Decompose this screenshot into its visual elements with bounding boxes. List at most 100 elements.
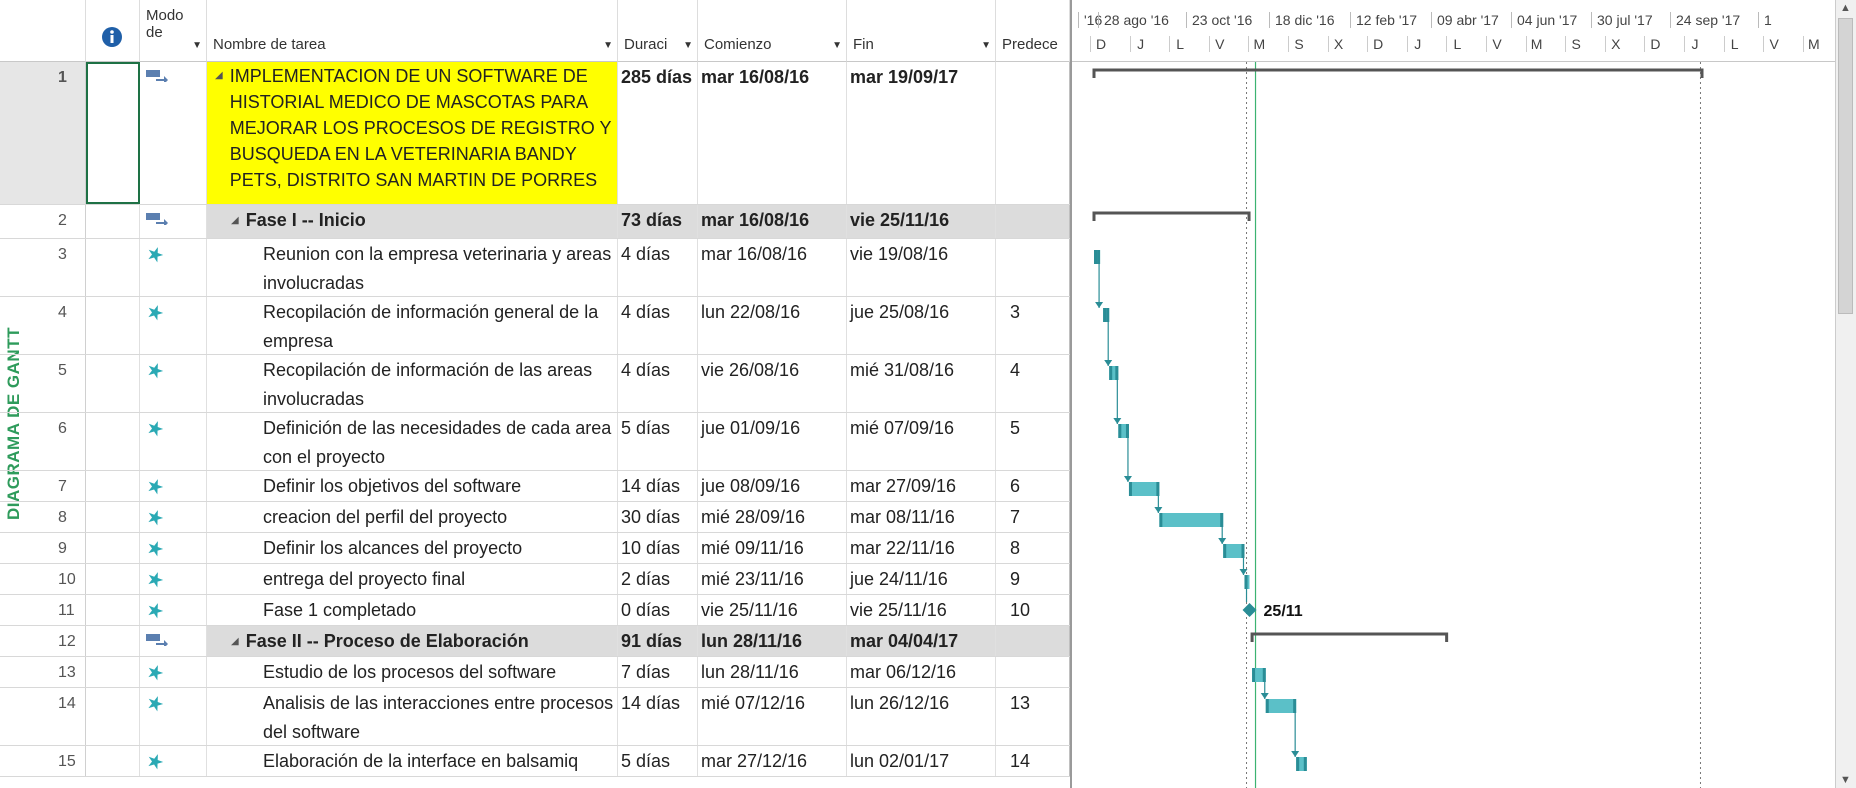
duration-cell[interactable]: 7 días: [618, 657, 698, 687]
predecessors-cell[interactable]: [996, 62, 1070, 204]
task-mode-cell[interactable]: [140, 626, 207, 656]
table-row[interactable]: 2 ◢ Fase I -- Inicio 73 días mar 16/08/16 vie…: [0, 205, 1070, 239]
indicator-cell[interactable]: [86, 413, 140, 470]
start-date-cell[interactable]: mié 28/09/16: [698, 502, 847, 532]
predecessors-cell[interactable]: 7: [996, 502, 1070, 532]
task-name-cell[interactable]: Reunion con la empresa veterinaria y are…: [207, 239, 618, 296]
task-name-cell[interactable]: Recopilación de información de las areas…: [207, 355, 618, 412]
table-row[interactable]: 4 ★ Recopilación de información general de…: [0, 297, 1070, 355]
collapse-icon[interactable]: ◢: [215, 63, 223, 193]
task-mode-cell[interactable]: ★: [140, 533, 207, 563]
row-number[interactable]: 10: [0, 564, 86, 594]
summary-bar[interactable]: [1250, 632, 1449, 642]
task-mode-cell[interactable]: ★: [140, 413, 207, 470]
table-row[interactable]: 14 ★ Analisis de las interacciones entre p…: [0, 688, 1070, 746]
task-bar-start[interactable]: [1159, 513, 1163, 527]
indicator-cell[interactable]: [86, 595, 140, 625]
table-row[interactable]: 13 ★ Estudio de los procesos del software 7…: [0, 657, 1070, 688]
task-mode-cell[interactable]: ★: [140, 502, 207, 532]
table-row[interactable]: 3 ★ Reunion con la empresa veterinaria y a…: [0, 239, 1070, 297]
task-bar-start[interactable]: [1128, 482, 1132, 496]
task-bar-end[interactable]: [1293, 699, 1297, 713]
duration-cell[interactable]: 14 días: [618, 688, 698, 745]
table-row[interactable]: 12 ◢ Fase II -- Proceso de Elaboración 91 d…: [0, 626, 1070, 657]
duration-cell[interactable]: 73 días: [618, 205, 698, 238]
task-mode-cell[interactable]: [140, 205, 207, 238]
duration-cell[interactable]: 5 días: [618, 413, 698, 470]
task-bar-end[interactable]: [1244, 575, 1248, 589]
summary-bar[interactable]: [1092, 211, 1251, 221]
row-number[interactable]: 9: [0, 533, 86, 563]
header-indicators[interactable]: [86, 0, 140, 62]
row-number[interactable]: 6: [0, 413, 86, 470]
row-number[interactable]: 11: [0, 595, 86, 625]
end-date-cell[interactable]: lun 02/01/17: [847, 746, 996, 776]
vertical-scrollbar[interactable]: ▲ ▼: [1835, 0, 1856, 788]
end-date-cell[interactable]: lun 26/12/16: [847, 688, 996, 745]
header-predecessors[interactable]: Predece: [996, 0, 1070, 62]
end-date-cell[interactable]: mar 08/11/16: [847, 502, 996, 532]
indicator-cell[interactable]: [86, 564, 140, 594]
start-date-cell[interactable]: lun 28/11/16: [698, 657, 847, 687]
start-date-cell[interactable]: mié 23/11/16: [698, 564, 847, 594]
task-name-cell[interactable]: Definición de las necesidades de cada ar…: [207, 413, 618, 470]
task-name-cell[interactable]: Definir los alcances del proyecto: [207, 533, 618, 563]
row-number[interactable]: 5: [0, 355, 86, 412]
table-row[interactable]: 5 ★ Recopilación de información de las are…: [0, 355, 1070, 413]
task-bar-end[interactable]: [1220, 513, 1224, 527]
end-date-cell[interactable]: mar 06/12/16: [847, 657, 996, 687]
indicator-cell[interactable]: [86, 746, 140, 776]
duration-cell[interactable]: 4 días: [618, 297, 698, 354]
predecessors-cell[interactable]: 6: [996, 471, 1070, 501]
task-bar-start[interactable]: [1223, 544, 1227, 558]
header-task-name[interactable]: Nombre de tarea ▼: [207, 0, 618, 62]
task-bar-end[interactable]: [1125, 424, 1129, 438]
task-name-cell[interactable]: ◢ IMPLEMENTACION DE UN SOFTWARE DE HISTOR…: [207, 62, 618, 204]
chevron-down-icon[interactable]: ▼: [603, 40, 613, 51]
duration-cell[interactable]: 0 días: [618, 595, 698, 625]
table-row[interactable]: 10 ★ entrega del proyecto final 2 días mié 2…: [0, 564, 1070, 595]
chevron-down-icon[interactable]: ▼: [683, 40, 693, 51]
predecessors-cell[interactable]: 10: [996, 595, 1070, 625]
task-bar-end[interactable]: [1241, 544, 1245, 558]
predecessors-cell[interactable]: 8: [996, 533, 1070, 563]
summary-bar[interactable]: [1092, 68, 1704, 78]
end-date-cell[interactable]: vie 19/08/16: [847, 239, 996, 296]
duration-cell[interactable]: 4 días: [618, 355, 698, 412]
chevron-down-icon[interactable]: ▼: [981, 40, 991, 51]
end-date-cell[interactable]: vie 25/11/16: [847, 205, 996, 238]
indicator-cell[interactable]: [86, 626, 140, 656]
task-bar-end[interactable]: [1303, 757, 1307, 771]
start-date-cell[interactable]: jue 01/09/16: [698, 413, 847, 470]
task-name-cell[interactable]: Definir los objetivos del software: [207, 471, 618, 501]
task-mode-cell[interactable]: ★: [140, 657, 207, 687]
start-date-cell[interactable]: jue 08/09/16: [698, 471, 847, 501]
header-end[interactable]: Fin ▼: [847, 0, 996, 62]
end-date-cell[interactable]: mar 22/11/16: [847, 533, 996, 563]
table-row[interactable]: 11 ★ Fase 1 completado 0 días vie 25/11/16 vi…: [0, 595, 1070, 626]
scroll-down-icon[interactable]: ▼: [1840, 774, 1851, 786]
table-row[interactable]: 7 ★ Definir los objetivos del software 14 d…: [0, 471, 1070, 502]
row-number[interactable]: 13: [0, 657, 86, 687]
collapse-icon[interactable]: ◢: [231, 206, 239, 235]
duration-cell[interactable]: 285 días: [618, 62, 698, 204]
task-bar-start[interactable]: [1265, 699, 1269, 713]
start-date-cell[interactable]: mar 16/08/16: [698, 205, 847, 238]
header-duration[interactable]: Duraci ▼: [618, 0, 698, 62]
predecessors-cell[interactable]: [996, 239, 1070, 296]
header-start[interactable]: Comienzo ▼: [698, 0, 847, 62]
header-rownum[interactable]: [0, 0, 86, 62]
end-date-cell[interactable]: mar 04/04/17: [847, 626, 996, 656]
scroll-up-icon[interactable]: ▲: [1840, 2, 1851, 14]
predecessors-cell[interactable]: 5: [996, 413, 1070, 470]
task-mode-cell[interactable]: [140, 62, 207, 204]
indicator-cell[interactable]: [86, 62, 140, 204]
scroll-thumb[interactable]: [1838, 18, 1853, 314]
indicator-cell[interactable]: [86, 239, 140, 296]
table-row[interactable]: 6 ★ Definición de las necesidades de cada …: [0, 413, 1070, 471]
task-bar-end[interactable]: [1156, 482, 1160, 496]
task-bar-start[interactable]: [1118, 424, 1122, 438]
row-number[interactable]: 2: [0, 205, 86, 238]
task-bar-end[interactable]: [1262, 668, 1266, 682]
row-number[interactable]: 8: [0, 502, 86, 532]
